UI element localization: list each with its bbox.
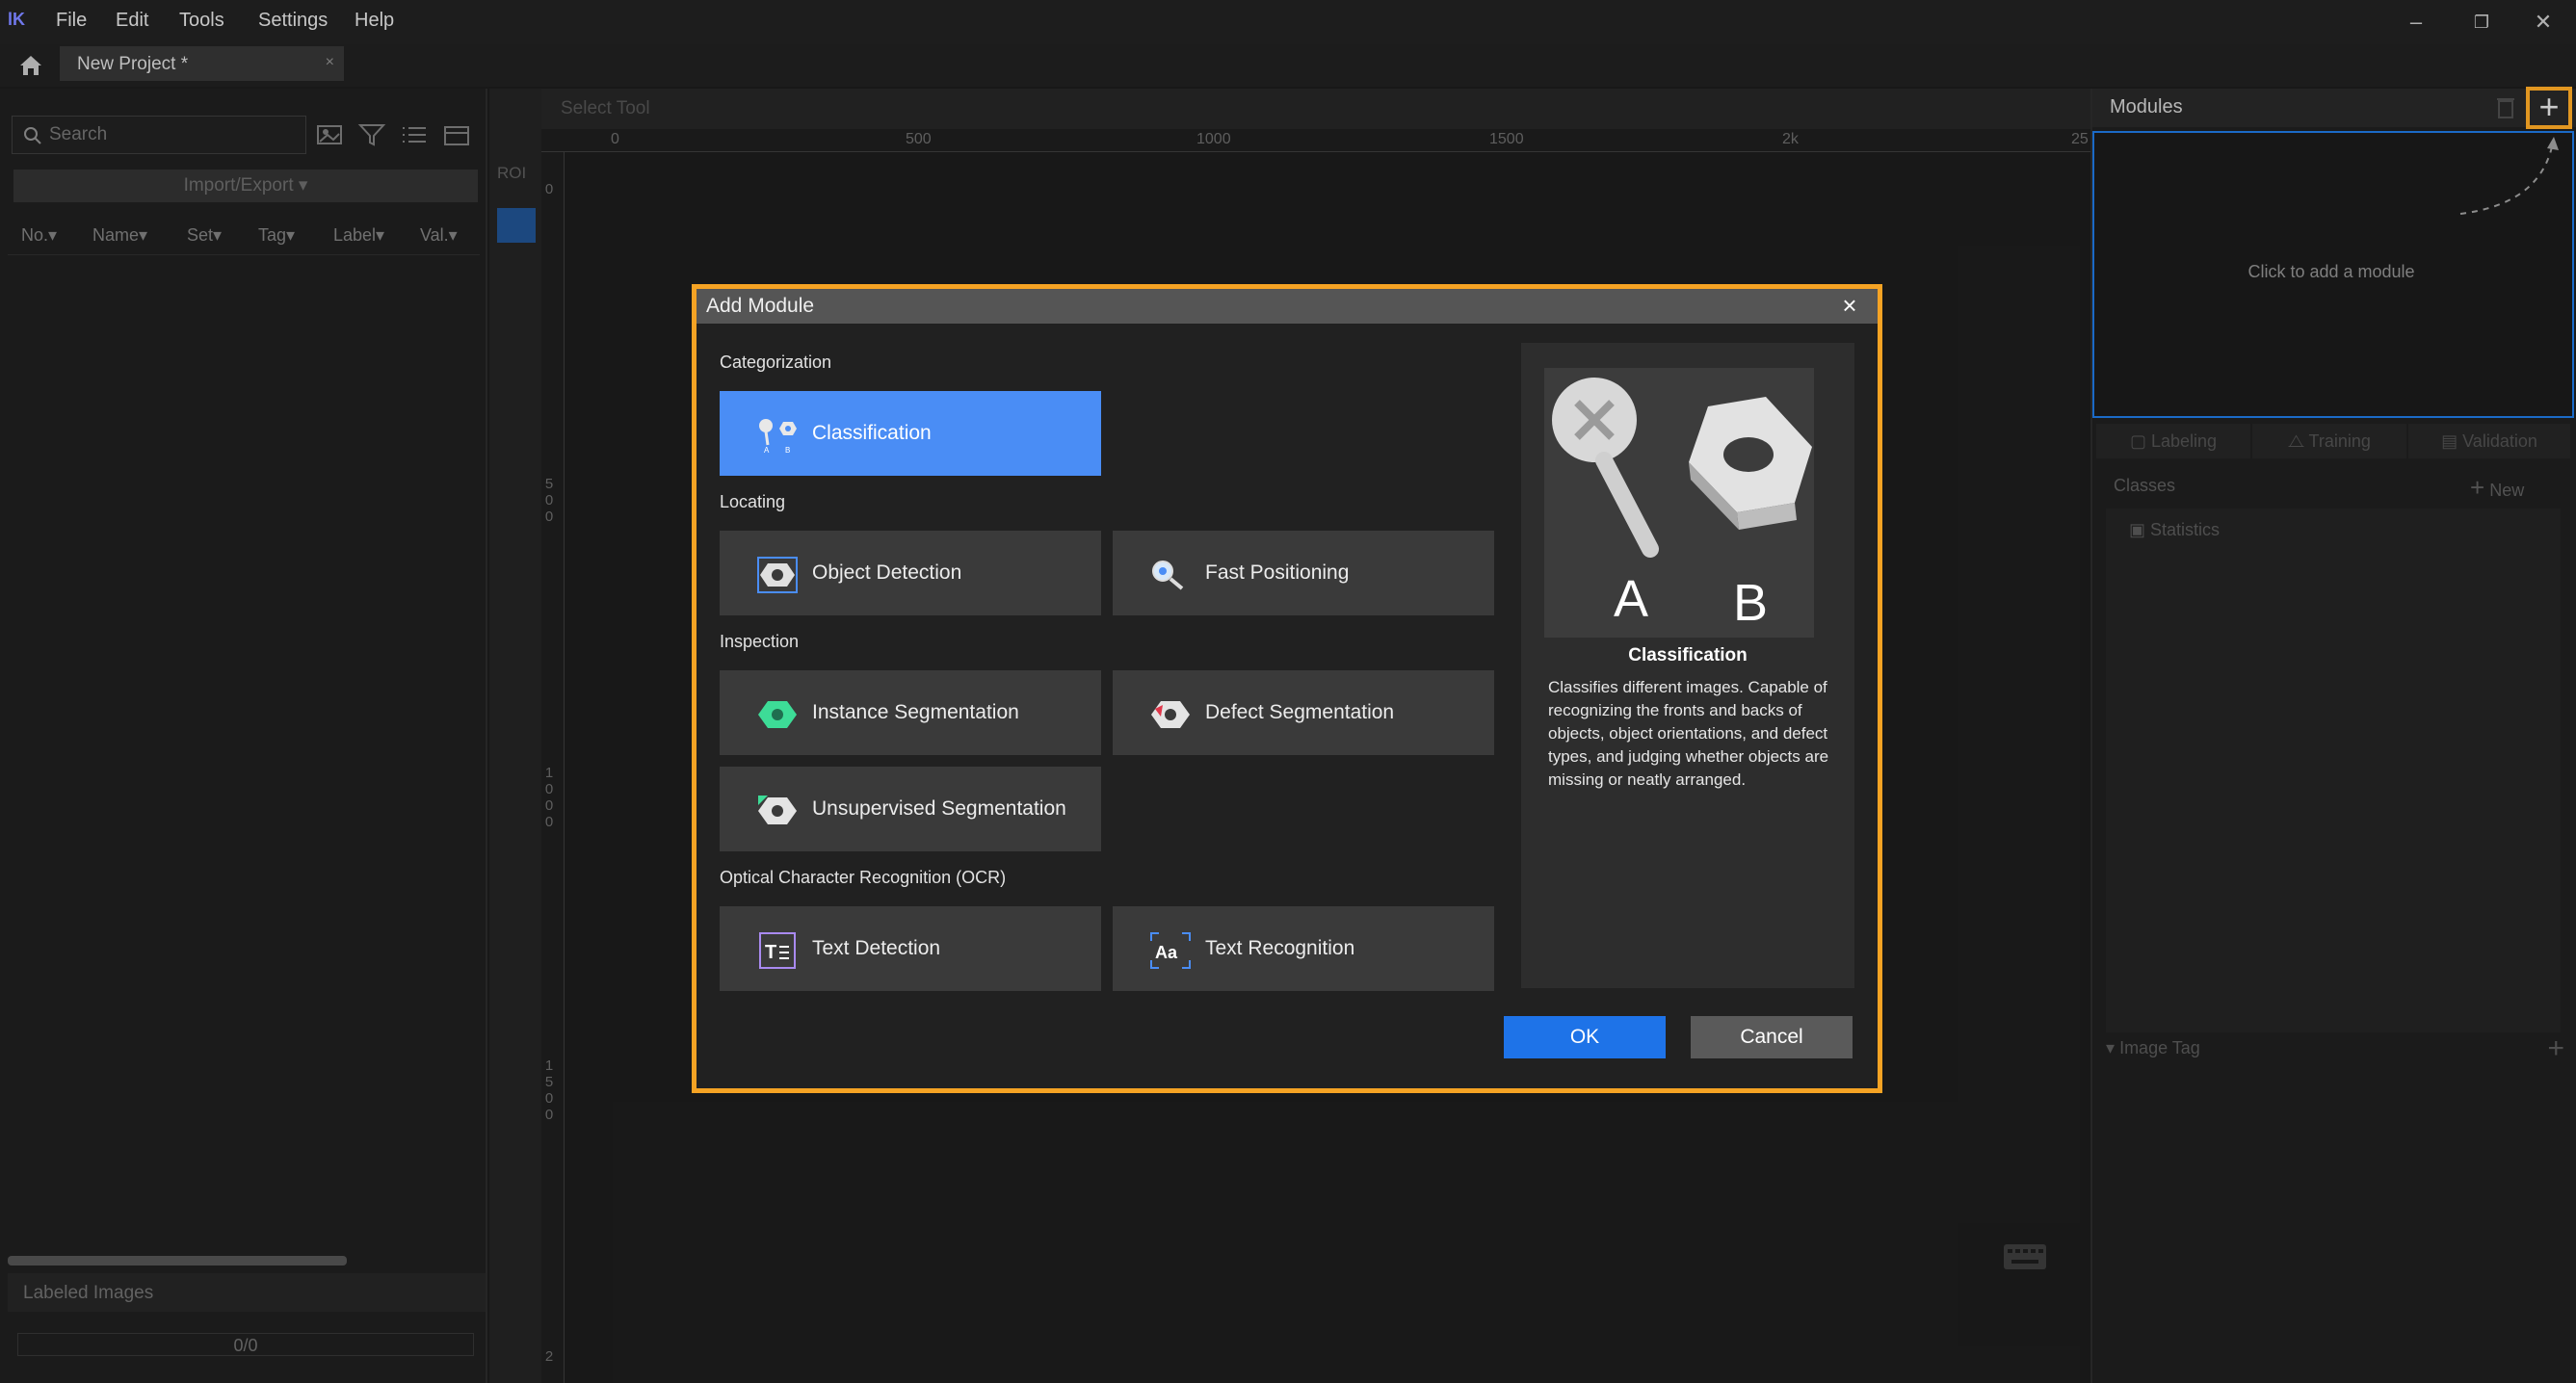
module-label: Object Detection bbox=[812, 561, 962, 584]
instance-segmentation-icon bbox=[758, 701, 797, 728]
ok-button[interactable]: OK bbox=[1504, 1016, 1666, 1058]
classification-preview-image: A B bbox=[1544, 368, 1814, 638]
section-ocr: Optical Character Recognition (OCR) bbox=[720, 868, 1007, 887]
svg-text:A: A bbox=[764, 446, 770, 455]
module-fast-positioning[interactable]: Fast Positioning bbox=[1113, 531, 1494, 615]
dialog-title: Add Module bbox=[706, 295, 815, 317]
module-preview: A B Classification Classifies different … bbox=[1521, 343, 1854, 988]
svg-text:A: A bbox=[1614, 570, 1648, 628]
module-unsupervised-segmentation[interactable]: Unsupervised Segmentation bbox=[720, 767, 1101, 851]
svg-text:B: B bbox=[1733, 574, 1768, 632]
preview-title: Classification bbox=[1628, 645, 1748, 665]
module-label: Unsupervised Segmentation bbox=[812, 797, 1066, 820]
text-detection-icon: T bbox=[759, 932, 796, 969]
preview-description: Classifies different images. Capable of … bbox=[1548, 678, 1829, 789]
module-label: Classification bbox=[812, 422, 932, 444]
dialog-title-bar[interactable]: Add Module bbox=[697, 289, 1878, 324]
module-defect-segmentation[interactable]: Defect Segmentation bbox=[1113, 670, 1494, 755]
module-instance-segmentation[interactable]: Instance Segmentation bbox=[720, 670, 1101, 755]
cancel-button[interactable]: Cancel bbox=[1691, 1016, 1853, 1058]
section-inspection: Inspection bbox=[720, 632, 800, 651]
add-module-dialog: Add Module × Categorization AB Classific… bbox=[692, 284, 1882, 1093]
unsupervised-segmentation-icon bbox=[758, 796, 797, 824]
module-classification[interactable]: AB Classification bbox=[720, 391, 1101, 476]
app-window: lK File Edit Tools Settings Help – ❐ ✕ N… bbox=[0, 0, 2576, 1383]
module-object-detection[interactable]: Object Detection bbox=[720, 531, 1101, 615]
module-label: Fast Positioning bbox=[1205, 561, 1350, 584]
svg-text:Aa: Aa bbox=[1155, 943, 1178, 962]
module-label: Defect Segmentation bbox=[1205, 701, 1395, 723]
module-label: Instance Segmentation bbox=[812, 701, 1019, 723]
module-label: Text Detection bbox=[812, 937, 941, 959]
svg-text:T: T bbox=[765, 942, 776, 963]
defect-segmentation-icon bbox=[1151, 701, 1190, 728]
module-label: Text Recognition bbox=[1205, 937, 1355, 959]
text-recognition-icon: Aa bbox=[1150, 932, 1191, 969]
section-locating: Locating bbox=[720, 492, 786, 511]
module-text-recognition[interactable]: Aa Text Recognition bbox=[1113, 906, 1494, 991]
fast-positioning-icon bbox=[1152, 561, 1184, 590]
svg-text:B: B bbox=[785, 446, 790, 455]
module-text-detection[interactable]: T Text Detection bbox=[720, 906, 1101, 991]
section-categorization: Categorization bbox=[720, 352, 832, 372]
object-detection-icon bbox=[757, 557, 798, 593]
classification-icon: AB bbox=[759, 419, 797, 455]
close-icon[interactable]: × bbox=[1835, 291, 1864, 320]
